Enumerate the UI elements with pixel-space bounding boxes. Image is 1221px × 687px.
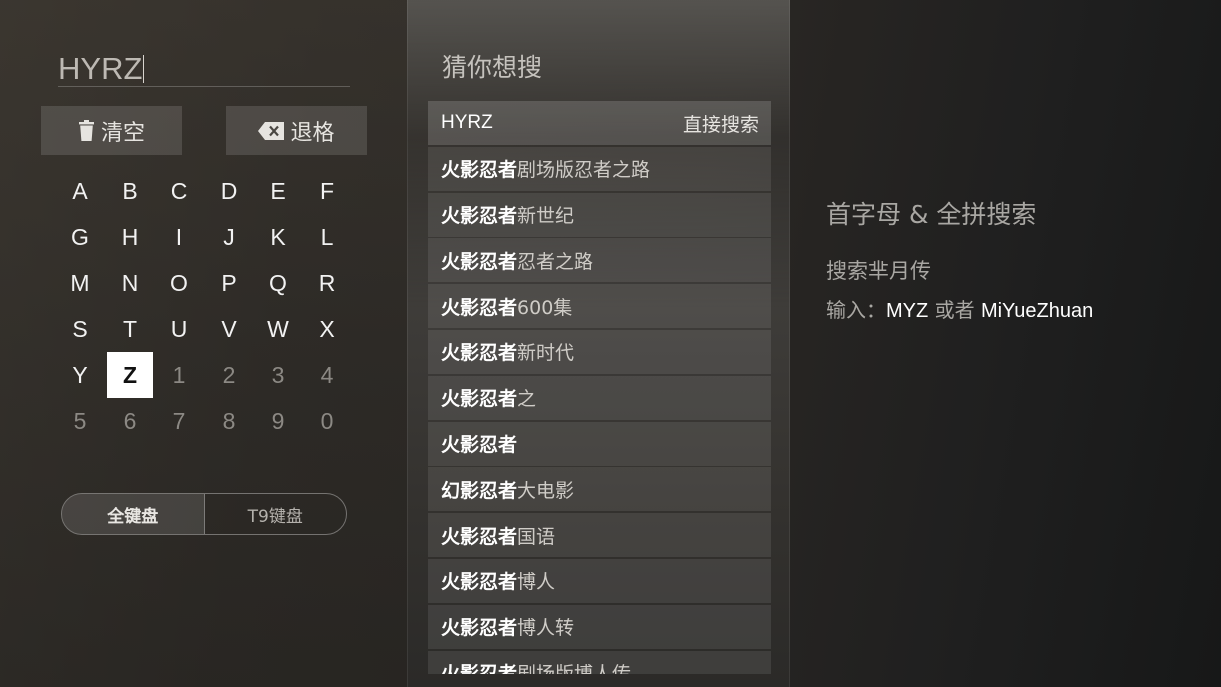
search-query-text: HYRZ [58,51,143,86]
suggestion-rest: 新世纪 [517,205,575,228]
suggestion-match: 火影忍者 [441,250,518,273]
key-r[interactable]: R [304,260,350,306]
key-3[interactable]: 3 [255,352,301,398]
key-n[interactable]: N [107,260,153,306]
suggestion-match: 火影忍者 [441,296,518,319]
suggestion-item[interactable]: 火影忍者 新时代 [428,329,771,374]
key-1[interactable]: 1 [156,352,202,398]
key-9[interactable]: 9 [255,398,301,444]
key-e[interactable]: E [255,168,301,214]
suggestion-match: 火影忍者 [441,342,518,365]
text-caret [143,55,145,83]
key-a[interactable]: A [57,168,103,214]
key-v[interactable]: V [206,306,252,352]
key-p[interactable]: P [206,260,252,306]
key-m[interactable]: M [57,260,103,306]
trash-icon [78,120,94,141]
suggestion-item[interactable]: 火影忍者 剧场版忍者之路 [428,146,771,191]
key-i[interactable]: I [156,214,202,260]
key-w[interactable]: W [255,306,301,352]
suggestion-item[interactable]: 火影忍者 博人 [428,558,771,603]
help-input-hint: 输入：MYZ 或者 MiYueZhuan [826,294,1093,323]
help-example: 搜索芈月传 [826,259,931,283]
suggestions-title: 猜你想搜 [442,53,543,82]
keyboard-panel: HYRZ 清空 退格 ABCDEF GHIJKL MNOPQR STUVWX YZ123… [0,0,407,687]
key-d[interactable]: D [206,168,252,214]
key-z[interactable]: Z [107,352,153,398]
suggestion-rest: 剧场版博人传 [517,659,631,674]
key-t[interactable]: T [107,306,153,352]
key-2[interactable]: 2 [206,352,252,398]
suggestion-item[interactable]: 火影忍者 博人转 [428,604,771,649]
suggestion-match: 火影忍者 [441,525,518,548]
clear-button[interactable]: 清空 [41,106,182,155]
clear-label: 清空 [100,120,145,146]
suggestion-item[interactable]: 幻影忍者 大电影 [428,467,771,512]
key-c[interactable]: C [156,168,202,214]
suggestion-rest: 国语 [517,525,556,548]
keyboard-mode-toggle: 全键盘 T9键盘 [61,493,347,535]
key-y[interactable]: Y [57,352,103,398]
suggestion-rest: 博人 [517,571,556,594]
suggestion-item[interactable]: 火影忍者 忍者之路 [428,238,771,283]
key-6[interactable]: 6 [107,398,153,444]
direct-search-row[interactable]: HYRZ 直接搜索 [428,101,771,145]
backspace-icon [258,121,285,140]
suggestion-match: 火影忍者 [441,571,518,594]
key-g[interactable]: G [57,214,103,260]
suggestion-item[interactable]: 火影忍者 600集 [428,284,771,329]
key-h[interactable]: H [107,214,153,260]
key-q[interactable]: Q [255,260,301,306]
help-full: MiYueZhuan [980,300,1094,322]
suggestion-rest: 之 [517,388,537,411]
key-f[interactable]: F [304,168,350,214]
suggestions-panel: 猜你想搜 HYRZ 直接搜索 火影忍者 剧场版忍者之路 火影忍者 新世纪 火影忍者 忍者之… [407,0,790,687]
help-or: 或者 [928,298,981,322]
key-k[interactable]: K [255,214,301,260]
help-input-prefix: 输入： [826,298,886,322]
suggestion-rest: 600集 [517,296,573,319]
suggestion-rest: 大电影 [517,479,575,502]
suggestion-list: HYRZ 直接搜索 火影忍者 剧场版忍者之路 火影忍者 新世纪 火影忍者 忍者之路 火影忍者… [428,101,771,674]
suggestion-match: 火影忍者 [441,617,518,640]
suggestion-item[interactable]: 火影忍者 国语 [428,513,771,558]
direct-search-label: 直接搜索 [682,113,759,136]
key-l[interactable]: L [304,214,350,260]
direct-search-query: HYRZ [441,112,493,133]
suggestion-rest: 博人转 [517,617,575,640]
key-o[interactable]: O [156,260,202,306]
key-b[interactable]: B [107,168,153,214]
suggestion-match: 火影忍者 [441,659,517,674]
suggestion-match: 火影忍者 [441,205,518,228]
key-0[interactable]: 0 [304,398,350,444]
suggestion-match: 幻影忍者 [441,479,518,502]
suggestion-item[interactable]: 火影忍者之 [428,375,771,420]
key-5[interactable]: 5 [57,398,103,444]
suggestion-item[interactable]: 火影忍者 新世纪 [428,192,771,237]
suggestion-match: 火影忍者 [441,159,518,182]
suggestion-rest: 新时代 [517,342,575,365]
full-keyboard-tab[interactable]: 全键盘 [62,494,205,534]
suggestion-rest: 剧场版忍者之路 [517,159,651,182]
help-abbr: MYZ [886,300,929,322]
suggestion-match: 火影忍者 [441,388,518,411]
key-j[interactable]: J [206,214,252,260]
key-s[interactable]: S [57,306,103,352]
key-u[interactable]: U [156,306,202,352]
key-7[interactable]: 7 [156,398,202,444]
key-x[interactable]: X [304,306,350,352]
t9-keyboard-tab[interactable]: T9键盘 [205,494,347,534]
backspace-button[interactable]: 退格 [226,106,367,155]
suggestion-rest: 忍者之路 [517,250,594,273]
help-title: 首字母 & 全拼搜索 [826,200,1037,229]
key-8[interactable]: 8 [206,398,252,444]
suggestion-item[interactable]: 火影忍者 [428,421,771,466]
backspace-label: 退格 [290,120,335,146]
suggestion-item[interactable]: 火影忍者剧场版博人传 [428,650,771,674]
key-4[interactable]: 4 [304,352,350,398]
search-input[interactable]: HYRZ [58,50,350,87]
suggestion-match: 火影忍者 [441,434,518,457]
